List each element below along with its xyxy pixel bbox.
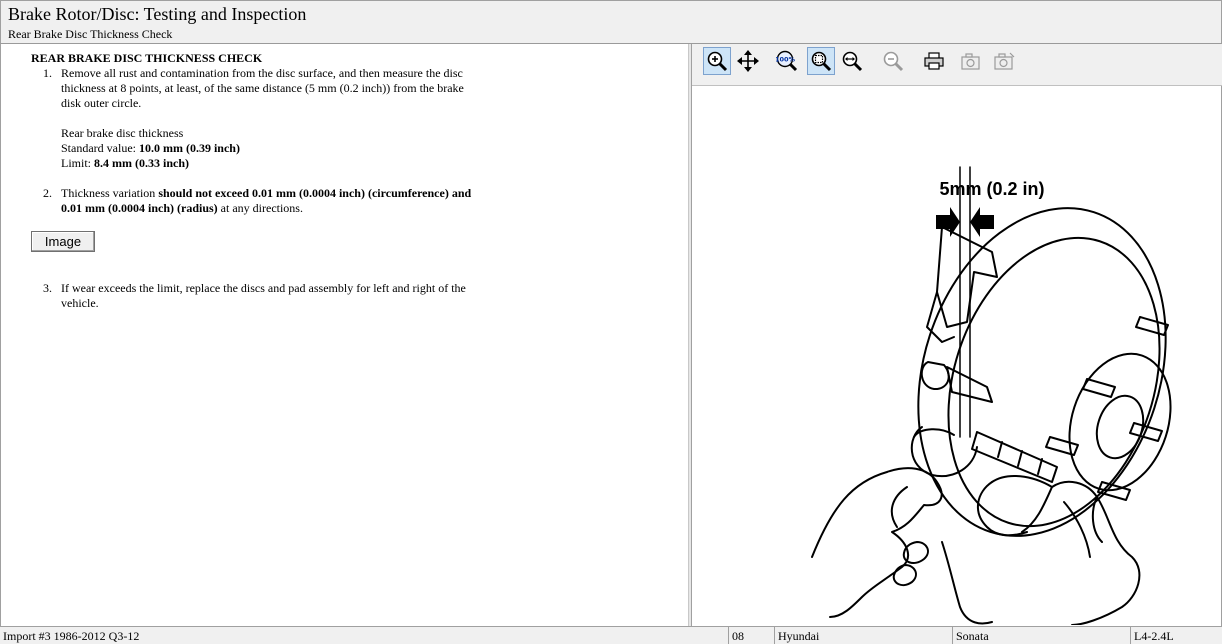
step-1-number: 1. [43, 66, 52, 80]
status-bar: Import #3 1986-2012 Q3-12 08 Hyundai Son… [0, 626, 1222, 644]
zoom-width-button[interactable] [838, 47, 866, 75]
zoom-100-button[interactable]: 100% [773, 47, 801, 75]
image-toolbar: 100% [692, 44, 1222, 86]
hub-center [1095, 394, 1145, 460]
status-make: Hyundai [774, 627, 952, 644]
step-3-line-1: If wear exceeds the limit, replace the d… [61, 281, 466, 295]
dimension-label: 5mm (0.2 in) [939, 179, 1044, 199]
zoom-fit-icon [811, 51, 832, 72]
standard-value-row: Standard value: 10.0 mm (0.39 inch) [61, 141, 240, 156]
zoom-out-button[interactable] [879, 47, 907, 75]
page-title: Brake Rotor/Disc: Testing and Inspection [8, 4, 307, 24]
zoom-100-icon: 100% [776, 50, 798, 72]
step-2-text-a: Thickness variation [61, 186, 159, 200]
step-2-line-2: 0.01 mm (0.0004 inch) (radius) at any di… [61, 201, 303, 216]
zoom-width-icon [842, 51, 863, 72]
limit-label: Limit: [61, 156, 94, 170]
copy-image-alt-icon [994, 52, 1015, 70]
dimension-arrow-left [936, 207, 960, 237]
spec-heading: Rear brake disc thickness [61, 126, 184, 140]
zoom-100-glyph: 100% [776, 56, 796, 64]
zoom-out-icon [883, 51, 904, 72]
procedure-text-pane: REAR BRAKE DISC THICKNESS CHECK 1. Remov… [0, 44, 688, 626]
image-viewer-pane: 100% 5mm (0.2 in) [692, 44, 1222, 626]
step-2-text-c: 0.01 mm (0.0004 inch) (radius) [61, 201, 218, 215]
step-2-text-d: at any directions. [217, 201, 303, 215]
section-title: REAR BRAKE DISC THICKNESS CHECK [31, 51, 263, 65]
pan-button[interactable] [734, 47, 762, 75]
print-button[interactable] [920, 47, 948, 75]
micrometer-spindle [971, 431, 1058, 483]
zoom-in-button[interactable] [703, 47, 731, 75]
wheel-stud-4 [1045, 436, 1079, 456]
step-2-line-1: Thickness variation should not exceed 0.… [61, 186, 471, 201]
zoom-fit-button[interactable] [807, 47, 835, 75]
zoom-in-icon [707, 51, 728, 72]
wheel-stud-1 [1135, 316, 1169, 336]
hub-outer [1068, 352, 1172, 492]
step-2-text-b: should not exceed 0.01 mm (0.0004 inch) … [158, 186, 472, 200]
copy-image-icon [961, 53, 980, 70]
disc-inner-rim [947, 236, 1161, 528]
image-button[interactable]: Image [31, 231, 95, 252]
page-subtitle: Rear Brake Disc Thickness Check [8, 27, 173, 41]
dimension-arrow-right [970, 207, 994, 237]
document-header: Brake Rotor/Disc: Testing and Inspection… [0, 0, 1222, 44]
step-2-number: 2. [43, 186, 52, 200]
pan-icon [737, 50, 759, 72]
status-import: Import #3 1986-2012 Q3-12 [3, 629, 140, 643]
brake-disc-illustration: 5mm (0.2 in) [811, 166, 1172, 625]
print-icon [924, 52, 944, 70]
micrometer-frame [910, 426, 978, 478]
status-engine: L4-2.4L [1130, 627, 1222, 644]
step-1-line-3: disk outer circle. [61, 96, 142, 110]
standard-value-label: Standard value: [61, 141, 139, 155]
copy-image-button[interactable] [957, 47, 985, 75]
step-1-line-1: Remove all rust and contamination from t… [61, 66, 463, 80]
step-3-line-2: vehicle. [61, 296, 99, 310]
status-model: Sonata [952, 627, 1130, 644]
status-year: 08 [728, 627, 774, 644]
standard-value: 10.0 mm (0.39 inch) [138, 141, 240, 155]
limit-value: 8.4 mm (0.33 inch) [94, 156, 189, 170]
step-3-number: 3. [43, 281, 52, 295]
step-1-line-2: thickness at 8 points, at least, of the … [61, 81, 464, 95]
copy-image-alt-button[interactable] [990, 47, 1018, 75]
limit-row: Limit: 8.4 mm (0.33 inch) [61, 156, 189, 171]
